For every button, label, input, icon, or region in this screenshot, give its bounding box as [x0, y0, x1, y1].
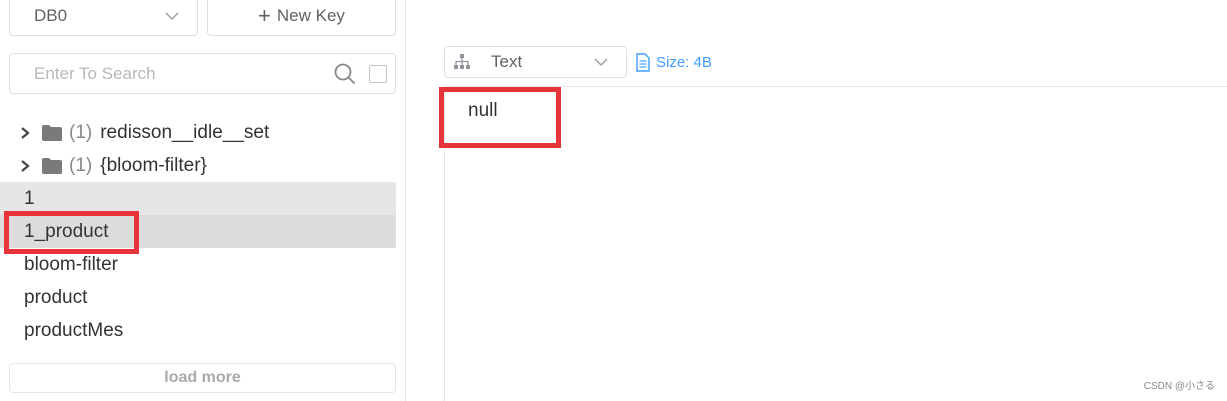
format-select-value: Text — [491, 52, 523, 71]
document-icon — [636, 52, 650, 72]
folder-count: (1) — [69, 121, 93, 143]
plus-icon: + — [258, 3, 271, 28]
folder-count: (1) — [69, 154, 93, 176]
selected-key-highlight — [4, 211, 139, 254]
load-more-label: load more — [164, 369, 241, 386]
new-key-label: New Key — [276, 6, 345, 25]
value-highlight — [439, 87, 561, 148]
size-info: Size: 4B — [635, 52, 712, 72]
size-label: Size: 4B — [656, 53, 712, 71]
key-name: productMes — [24, 319, 124, 341]
sitemap-icon — [454, 54, 470, 69]
exact-search-checkbox[interactable] — [369, 64, 387, 83]
new-key-button[interactable]: + New Key — [207, 0, 396, 36]
key-row[interactable]: product — [0, 281, 396, 314]
folder-icon — [42, 157, 62, 174]
key-name: 1 — [24, 187, 35, 209]
load-more-button[interactable]: load more — [9, 363, 396, 393]
chevron-right-icon[interactable] — [19, 159, 31, 172]
chevron-down-icon — [165, 12, 179, 21]
value-editor[interactable]: null — [444, 86, 1227, 401]
db-select[interactable]: DB0 — [9, 0, 198, 36]
watermark: CSDN @小さる — [1143, 381, 1215, 392]
chevron-right-icon[interactable] — [19, 126, 31, 139]
folder-name: redisson__idle__set — [100, 121, 270, 143]
value-toolbar: Text Size: 4B — [444, 46, 712, 78]
search-input[interactable] — [32, 53, 333, 94]
key-sidebar: DB0 + New Key (1) redisson__idle__set — [0, 0, 406, 401]
key-name: bloom-filter — [24, 253, 118, 275]
format-select[interactable]: Text — [444, 46, 627, 78]
search-icon[interactable] — [333, 62, 357, 86]
key-row[interactable]: productMes — [0, 314, 396, 347]
chevron-down-icon — [594, 58, 608, 67]
folder-name: {bloom-filter} — [100, 154, 207, 176]
folder-icon — [42, 124, 62, 141]
folder-row[interactable]: (1) {bloom-filter} — [0, 149, 396, 182]
search-box — [9, 53, 396, 94]
folder-row[interactable]: (1) redisson__idle__set — [0, 116, 396, 149]
db-select-value: DB0 — [34, 6, 68, 25]
key-name: product — [24, 286, 88, 308]
